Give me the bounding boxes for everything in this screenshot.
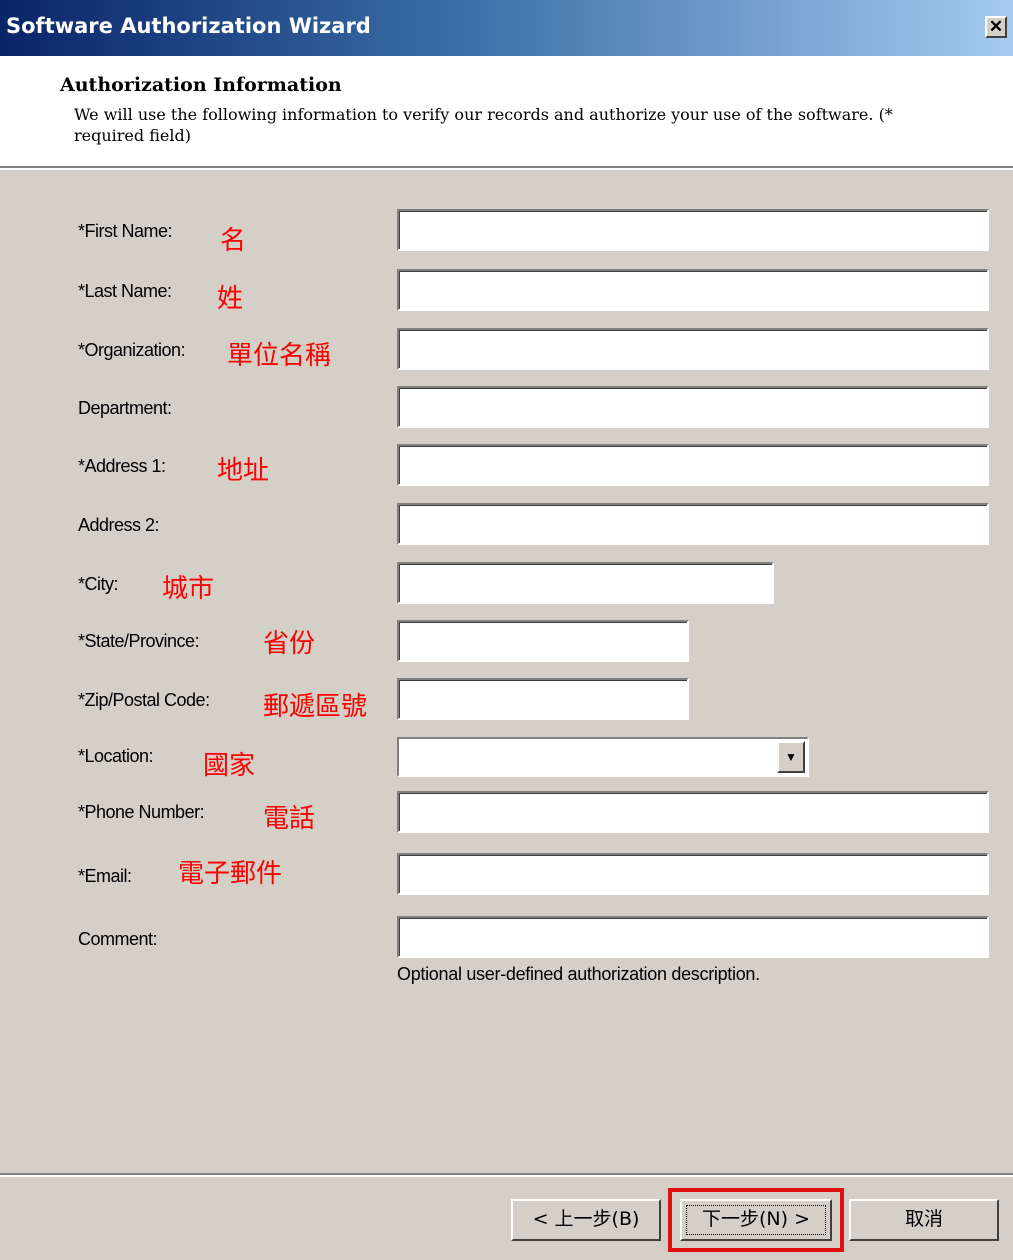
page-description: We will use the following information to… (74, 105, 893, 145)
footer-separator (0, 1173, 1013, 1177)
header-separator (0, 168, 1013, 170)
city-annotation: 城市 (162, 574, 215, 604)
first-name-label: *First Name: (78, 221, 173, 241)
location-select[interactable]: ▼ (397, 737, 809, 777)
comment-input[interactable] (397, 916, 989, 958)
comment-hint: Optional user-defined authorization desc… (397, 964, 760, 984)
organization-annotation: 單位名稱 (227, 341, 332, 371)
cancel-button[interactable]: 取消 (849, 1199, 999, 1241)
department-label: Department: (78, 398, 172, 418)
address1-label: *Address 1: (78, 456, 166, 476)
address1-input[interactable] (397, 444, 989, 486)
first-name-input[interactable] (397, 209, 989, 251)
email-label: *Email: (78, 866, 132, 886)
location-label: *Location: (78, 746, 154, 766)
state-annotation: 省份 (263, 629, 316, 659)
email-annotation: 電子郵件 (178, 859, 283, 889)
close-icon: ✕ (988, 17, 1004, 36)
chevron-down-icon: ▼ (785, 750, 797, 764)
window-title: Software Authorization Wizard (6, 14, 371, 38)
state-label: *State/Province: (78, 631, 200, 651)
organization-label: *Organization: (78, 340, 186, 360)
next-button-highlight (668, 1188, 844, 1252)
last-name-annotation: 姓 (217, 284, 244, 314)
page-title: Authorization Information (60, 74, 342, 96)
address2-label: Address 2: (78, 515, 160, 535)
dropdown-button[interactable]: ▼ (777, 741, 805, 773)
state-input[interactable] (397, 620, 689, 662)
city-input[interactable] (397, 562, 774, 604)
zip-annotation: 郵遞區號 (263, 692, 368, 722)
back-button[interactable]: < 上一步(B) (511, 1199, 661, 1241)
last-name-label: *Last Name: (78, 281, 172, 301)
address2-input[interactable] (397, 503, 989, 545)
wizard-header: Authorization Information We will use th… (0, 56, 1013, 168)
department-input[interactable] (397, 386, 989, 428)
phone-input[interactable] (397, 791, 989, 833)
zip-label: *Zip/Postal Code: (78, 690, 210, 710)
city-label: *City: (78, 574, 119, 594)
phone-label: *Phone Number: (78, 802, 205, 822)
email-input[interactable] (397, 853, 989, 895)
comment-label: Comment: (78, 929, 158, 949)
last-name-input[interactable] (397, 269, 989, 311)
phone-annotation: 電話 (263, 804, 316, 834)
location-annotation: 國家 (203, 751, 256, 781)
address1-annotation: 地址 (217, 456, 270, 486)
zip-input[interactable] (397, 678, 689, 720)
title-bar: Software Authorization Wizard ✕ (0, 0, 1013, 56)
close-button[interactable]: ✕ (985, 16, 1007, 38)
organization-input[interactable] (397, 328, 989, 370)
first-name-annotation: 名 (220, 226, 247, 256)
